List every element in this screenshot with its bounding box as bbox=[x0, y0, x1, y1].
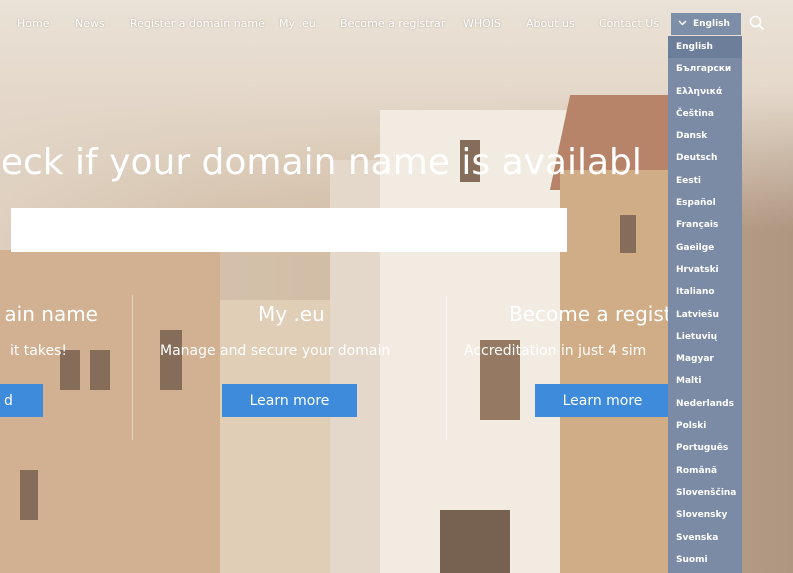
language-option[interactable]: Español bbox=[668, 192, 742, 214]
nav-contact-us[interactable]: Contact Us bbox=[599, 17, 659, 30]
nav-news[interactable]: News bbox=[75, 17, 105, 30]
hero-headline: heck if your domain name is available bbox=[0, 142, 640, 198]
language-option[interactable]: Hrvatski bbox=[668, 259, 742, 281]
column-register: ain name it takes! d bbox=[0, 300, 131, 420]
language-dropdown: English Български Ελληνικά Čeština Dansk… bbox=[668, 36, 742, 573]
language-option[interactable]: Română bbox=[668, 460, 742, 482]
language-option[interactable]: Français bbox=[668, 214, 742, 236]
language-option[interactable]: English bbox=[668, 36, 742, 59]
language-option[interactable]: Suomi bbox=[668, 549, 742, 571]
column-register-title: ain name bbox=[4, 302, 98, 326]
language-option[interactable]: Čeština bbox=[668, 103, 742, 125]
language-option[interactable]: Gaeilge bbox=[668, 237, 742, 259]
language-option[interactable]: Polski bbox=[668, 415, 742, 437]
language-option[interactable]: Latviešu bbox=[668, 304, 742, 326]
nav-my-eu[interactable]: My .eu bbox=[279, 17, 316, 30]
language-option[interactable]: Lietuvių bbox=[668, 326, 742, 348]
language-option[interactable]: Български bbox=[668, 58, 742, 80]
language-option[interactable]: Português bbox=[668, 437, 742, 459]
column-register-subtitle: it takes! bbox=[9, 343, 67, 359]
language-option[interactable]: Magyar bbox=[668, 348, 742, 370]
nav-home[interactable]: Home bbox=[17, 17, 49, 30]
nav-about-us[interactable]: About us bbox=[526, 17, 575, 30]
nav-register-domain[interactable]: Register a domain name bbox=[130, 17, 265, 30]
language-option[interactable]: Svenska bbox=[668, 527, 742, 549]
column-registrar-subtitle: Accreditation in just 4 sim bbox=[464, 343, 647, 359]
column-registrar: Become a regist Accreditation in just 4 … bbox=[447, 300, 668, 420]
language-option[interactable]: Italiano bbox=[668, 281, 742, 303]
my-eu-learn-more-button[interactable]: Learn more bbox=[222, 384, 357, 417]
language-option[interactable]: Nederlands bbox=[668, 393, 742, 415]
column-my-eu-subtitle: Manage and secure your domain bbox=[160, 343, 391, 359]
language-option[interactable]: Malti bbox=[668, 370, 742, 392]
nav-whois[interactable]: WHOIS bbox=[463, 17, 501, 30]
language-option[interactable]: Eesti bbox=[668, 170, 742, 192]
chevron-down-icon bbox=[675, 19, 689, 29]
language-option[interactable]: Slovenščina bbox=[668, 482, 742, 504]
search-icon[interactable] bbox=[749, 15, 765, 31]
column-registrar-title: Become a regist bbox=[509, 302, 668, 326]
language-option[interactable]: Dansk bbox=[668, 125, 742, 147]
domain-search-input[interactable] bbox=[11, 208, 567, 252]
language-selector[interactable]: English bbox=[671, 13, 741, 35]
register-learn-more-button[interactable]: d bbox=[0, 384, 43, 417]
language-selected-label: English bbox=[693, 19, 730, 29]
column-divider bbox=[132, 295, 133, 440]
registrar-learn-more-button[interactable]: Learn more bbox=[535, 384, 668, 417]
hero-headline-text: heck if your domain name is available bbox=[0, 142, 640, 183]
language-option[interactable]: Ελληνικά bbox=[668, 81, 742, 103]
language-option[interactable]: Slovensky bbox=[668, 504, 742, 526]
column-my-eu-title: My .eu bbox=[258, 302, 325, 326]
nav-become-registrar[interactable]: Become a registrar bbox=[340, 17, 445, 30]
language-option[interactable]: Deutsch bbox=[668, 147, 742, 169]
